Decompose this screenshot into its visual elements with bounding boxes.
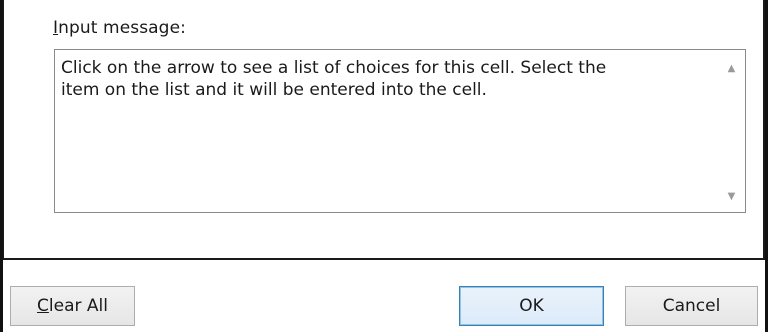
- clear-all-button[interactable]: Clear All: [10, 286, 135, 326]
- clear-all-label: lear All: [48, 296, 108, 316]
- ok-button[interactable]: OK: [459, 286, 604, 326]
- input-message-text[interactable]: Click on the arrow to see a list of choi…: [61, 57, 711, 101]
- cancel-button[interactable]: Cancel: [625, 286, 758, 326]
- dialog-window: Input message: Click on the arrow to see…: [0, 0, 768, 332]
- scroll-up-icon[interactable]: ▲: [718, 56, 745, 80]
- ok-label: OK: [519, 296, 544, 316]
- input-message-label: Input message:: [53, 18, 186, 38]
- label-text: nput message:: [58, 18, 186, 38]
- cancel-label: Cancel: [662, 296, 721, 316]
- vertical-scrollbar[interactable]: ▲ ▼: [718, 50, 745, 212]
- clear-all-mnemonic: C: [37, 296, 49, 316]
- input-message-textarea[interactable]: Click on the arrow to see a list of choi…: [54, 49, 746, 213]
- scroll-down-icon[interactable]: ▼: [718, 184, 745, 208]
- input-message-panel: Input message: Click on the arrow to see…: [3, 0, 765, 260]
